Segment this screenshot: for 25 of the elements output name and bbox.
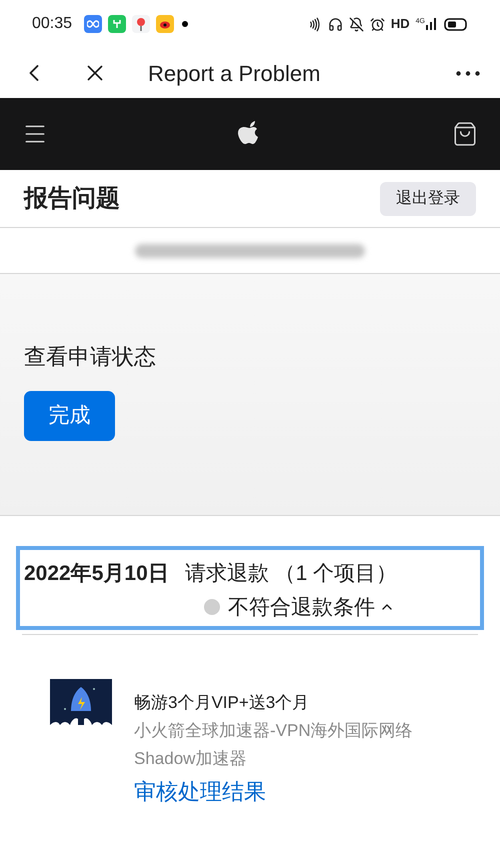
map-pin-app-icon: [132, 15, 150, 33]
item-name: 畅游3个月VIP+送3个月: [134, 692, 310, 714]
app-name: 小火箭全球加速器-VPN海外国际网络Shadow加速器: [134, 720, 414, 770]
signal-bars-icon: [426, 18, 438, 30]
section-heading: 查看申请状态: [24, 343, 156, 371]
request-date: 2022年5月10日: [24, 561, 169, 587]
battery-icon: [444, 18, 468, 30]
bell-muted-icon: [348, 16, 364, 32]
review-result-link[interactable]: 审核处理结果: [134, 775, 444, 808]
status-toggle[interactable]: 不符合退款条件: [228, 592, 395, 623]
request-summary: 请求退款 （1 个项目）: [184, 561, 398, 587]
done-button[interactable]: 完成: [24, 391, 115, 441]
more-button[interactable]: [456, 70, 480, 76]
network-label: HD: [390, 15, 410, 34]
sign-out-button[interactable]: 退出登录: [380, 182, 476, 216]
alarm-icon: [370, 16, 385, 32]
more-dots-icon: [456, 70, 480, 76]
infinity-app-icon: [84, 15, 102, 33]
bag-button[interactable]: [452, 121, 478, 147]
clock-time: 00:35: [32, 14, 72, 34]
page-heading: 报告问题: [24, 184, 120, 214]
headphones-icon: [328, 16, 343, 32]
eye-app-icon: [156, 15, 174, 33]
bag-icon: [452, 121, 478, 147]
page-title: Report a Problem: [148, 60, 320, 88]
